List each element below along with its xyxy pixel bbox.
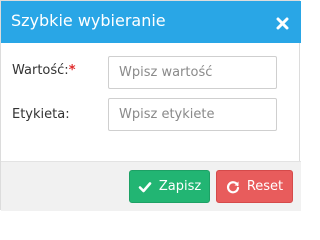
dialog-title: Szybkie wybieranie: [11, 11, 166, 30]
required-mark: *: [68, 63, 76, 78]
value-label-text: Wartość:: [12, 63, 69, 78]
check-icon: [138, 180, 152, 194]
value-input[interactable]: [108, 56, 277, 89]
close-icon[interactable]: [276, 15, 289, 30]
quick-dial-dialog: Szybkie wybieranie Wartość:* Etykieta: Z…: [0, 0, 301, 211]
save-button-label: Zapisz: [158, 179, 202, 194]
reset-button-label: Reset: [246, 179, 284, 194]
value-label: Wartość:*: [12, 63, 76, 79]
save-button[interactable]: Zapisz: [129, 170, 210, 203]
refresh-icon: [226, 180, 240, 194]
dialog-header: Szybkie wybieranie: [1, 1, 301, 43]
label-label: Etykieta:: [12, 107, 70, 122]
reset-button[interactable]: Reset: [216, 170, 293, 203]
label-input[interactable]: [108, 98, 277, 131]
